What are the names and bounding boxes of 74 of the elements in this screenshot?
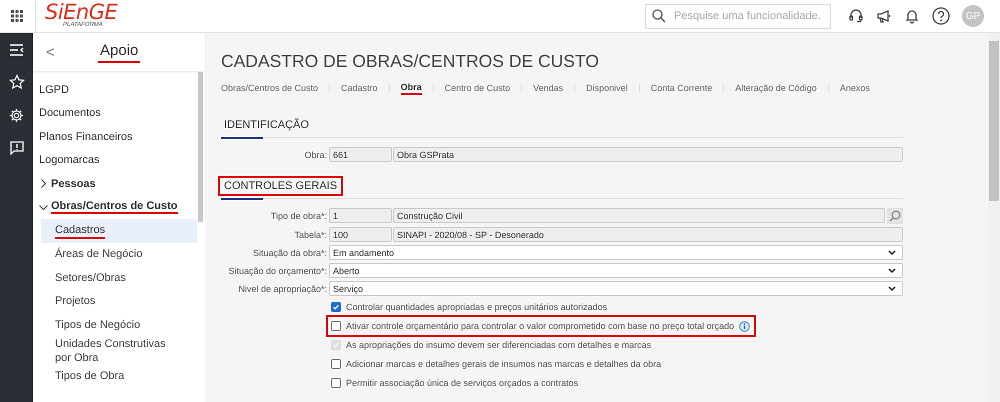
apps-grid-icon[interactable]: [11, 10, 23, 22]
dropdown[interactable]: Serviço: [329, 281, 903, 296]
chevron-down-icon: [888, 268, 896, 274]
chevron-icon: [39, 179, 48, 188]
sidebar-group[interactable]: Pessoas: [33, 172, 205, 196]
page-title: CADASTRO DE OBRAS/CENTROS DE CUSTO: [221, 51, 600, 72]
dropdown[interactable]: Aberto: [329, 263, 903, 278]
scrollbar[interactable]: [198, 72, 203, 222]
sidebar-subitem[interactable]: Tipos de Obra: [41, 364, 197, 388]
tab[interactable]: Obras/Centros de Custo: [221, 82, 318, 94]
checkbox[interactable]: [331, 359, 341, 369]
settings-icon[interactable]: [9, 108, 24, 123]
sidebar-subitem[interactable]: Cadastros: [41, 219, 197, 242]
group-label: Pessoas: [51, 178, 96, 190]
checkbox-label: Permitir associação única de serviços orçados a contratos: [346, 378, 578, 388]
checkbox[interactable]: [331, 302, 341, 312]
checkbox[interactable]: [331, 378, 341, 388]
description-field: SINAPI - 2020/08 - SP - Desonerado: [393, 227, 903, 242]
sidebar-subitem[interactable]: Unidades Construtivas por Obra: [41, 336, 197, 364]
search-field[interactable]: Pesquise uma funcionalidade.: [645, 4, 831, 28]
chevron-down-icon: [888, 286, 896, 292]
checkbox[interactable]: [331, 321, 341, 331]
code-field: 661: [329, 147, 392, 162]
sidebar-subitem[interactable]: Projetos: [41, 290, 197, 313]
sidebar-item[interactable]: Documentos: [33, 102, 205, 125]
sidebar-subitem[interactable]: Tipos de Negócio: [41, 313, 197, 336]
sidebar-item[interactable]: LGPD: [33, 78, 205, 102]
menu-collapse-icon[interactable]: [10, 44, 24, 56]
checkbox-label: Controlar quantidades apropriadas e preços unitários autorizados: [346, 302, 608, 312]
help-icon[interactable]: [932, 7, 950, 25]
bell-icon[interactable]: [904, 8, 920, 24]
field-label: Situação da obra*:: [252, 248, 327, 258]
section-title: IDENTIFICAÇÃO: [223, 118, 310, 132]
sidebar-subitem[interactable]: Setores/Obras: [41, 266, 197, 290]
tab[interactable]: Obra: [400, 82, 422, 94]
sidebar-subitem[interactable]: Áreas de Negócio: [41, 242, 197, 266]
field-label: Tipo de obra*:: [270, 211, 327, 221]
megaphone-icon[interactable]: [876, 8, 892, 24]
headset-icon[interactable]: [848, 8, 864, 24]
sidebar-item[interactable]: Planos Financeiros: [33, 125, 205, 148]
chevron-down-icon: [888, 250, 896, 256]
checkbox-label: Adicionar marcas e detalhes gerais de insumos nas marcas e detalhes da obra: [346, 359, 662, 369]
field-label: Situação do orçamento*:: [227, 266, 327, 276]
sidebar-title: Apoio: [98, 42, 140, 62]
search-icon: [652, 9, 666, 23]
tab[interactable]: Disponivel: [586, 82, 628, 94]
chevron-icon: [39, 202, 48, 212]
code-field: 1: [329, 208, 392, 223]
tab[interactable]: Centro de Custo: [444, 82, 510, 94]
tab[interactable]: Anexos: [840, 82, 870, 94]
feedback-icon[interactable]: [10, 141, 24, 155]
description-field: Construção Civil: [393, 208, 885, 223]
dropdown[interactable]: Em andamento: [329, 245, 903, 260]
logo-wordmark: SiEnGE: [45, 3, 118, 22]
back-button[interactable]: <: [46, 44, 98, 60]
tab[interactable]: Cadastro: [341, 82, 378, 94]
description-field: Obra GSPrata: [393, 147, 903, 162]
field-label: Obra:: [303, 150, 327, 160]
search-button[interactable]: [887, 208, 903, 224]
field-label: Tabela*:: [293, 230, 327, 240]
sidebar-item[interactable]: Logomarcas: [33, 148, 205, 172]
sidebar-group[interactable]: Obras/Centros de Custo: [33, 196, 205, 219]
group-label: Obras/Centros de Custo: [51, 200, 178, 214]
star-icon[interactable]: [8, 74, 24, 90]
checkbox-label: As apropriações do insumo devem ser diferenciadas com detalhes e marcas: [346, 340, 652, 350]
checkbox-label: Ativar controle orçamentário para controlar o valor comprometido com base no preço total orçado: [346, 321, 734, 331]
section-title: CONTROLES GERAIS: [221, 179, 340, 193]
tab[interactable]: Vendas: [533, 82, 564, 94]
field-label: Nivel de apropriação*:: [237, 284, 327, 294]
scrollbar[interactable]: [988, 33, 1000, 402]
info-icon[interactable]: [739, 320, 750, 332]
tab[interactable]: Conta Corrente: [650, 82, 712, 94]
tab[interactable]: Alteração de Código: [735, 82, 817, 94]
code-field: 100: [329, 227, 392, 242]
